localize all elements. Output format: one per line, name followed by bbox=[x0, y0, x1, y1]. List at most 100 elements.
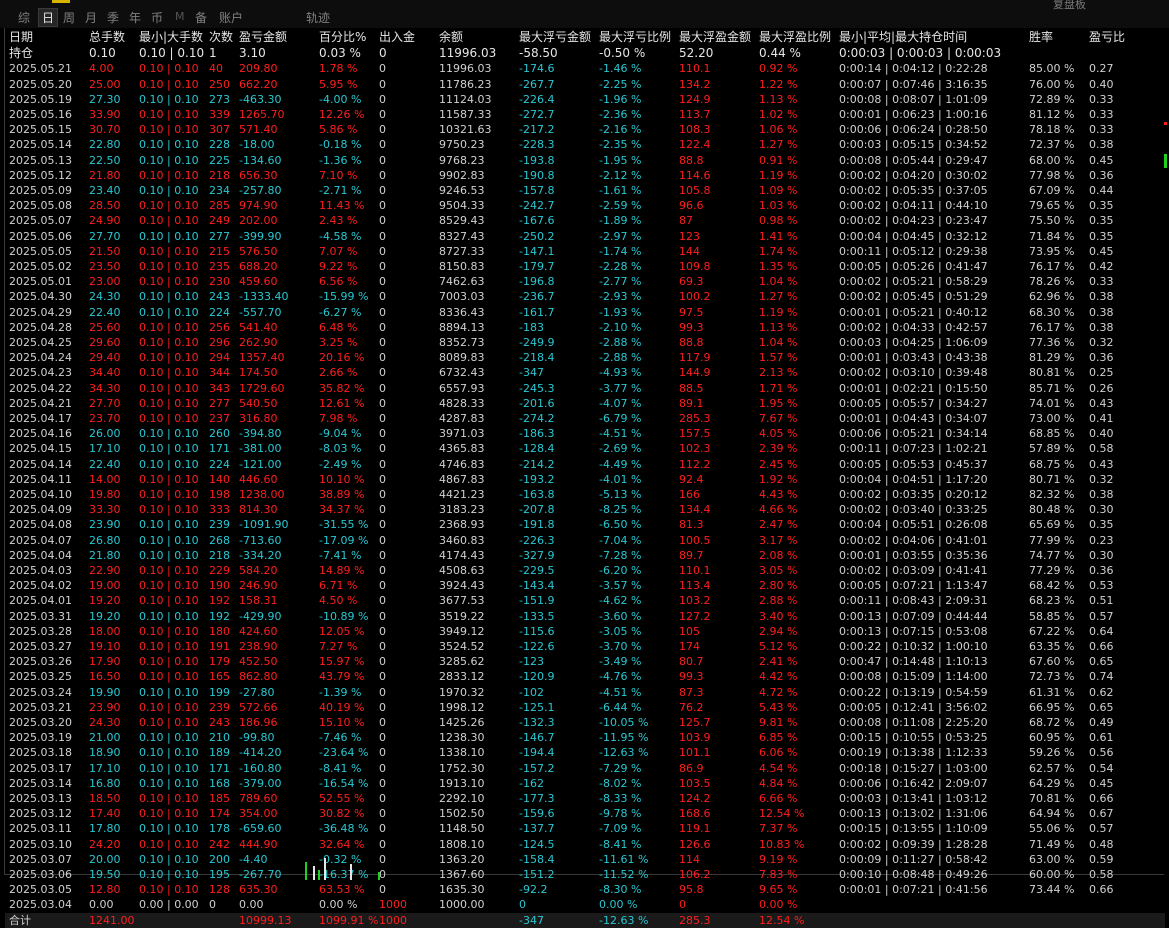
table-row[interactable]: 2025.04.14 22.40 0.10 | 0.10 224 -121.00 -2.4… bbox=[5, 457, 1165, 472]
table-row[interactable]: 2025.04.15 17.10 0.10 | 0.10 171 -381.00 -8.0… bbox=[5, 441, 1165, 456]
table-row[interactable]: 2025.04.07 26.80 0.10 | 0.10 268 -713.60 -17.… bbox=[5, 533, 1165, 548]
table-row[interactable]: 2025.04.01 19.20 0.10 | 0.10 192 158.31 4.50 … bbox=[5, 593, 1165, 608]
table-row[interactable]: 2025.03.25 16.50 0.10 | 0.10 165 862.80 43.79… bbox=[5, 669, 1165, 684]
cell-hold-time: 0:00:01 | 0:06:23 | 1:00:16 bbox=[839, 108, 988, 121]
table-row[interactable]: 2025.04.21 27.70 0.10 | 0.10 277 540.50 12.61… bbox=[5, 396, 1165, 411]
cell-percent: -7.41 % bbox=[319, 548, 362, 562]
cell-hold-time: 0:00:02 | 0:09:39 | 1:28:28 bbox=[839, 837, 988, 851]
table-row[interactable]: 2025.05.14 22.80 0.10 | 0.10 228 -18.00 -0.18… bbox=[5, 137, 1165, 152]
table-row[interactable]: 2025.03.28 18.00 0.10 | 0.10 180 424.60 12.05… bbox=[5, 624, 1165, 639]
table-row[interactable]: 2025.03.27 19.10 0.10 | 0.10 191 238.90 7.27 … bbox=[5, 639, 1165, 654]
table-row[interactable]: 2025.05.02 23.50 0.10 | 0.10 235 688.20 9.22 … bbox=[5, 259, 1165, 274]
tab-daily[interactable]: 日 bbox=[38, 8, 59, 27]
table-row[interactable]: 2025.03.12 17.40 0.10 | 0.10 174 354.00 30.82… bbox=[5, 806, 1165, 821]
cell-balance: 3183.23 bbox=[439, 503, 485, 517]
tab-summary[interactable]: 综 bbox=[18, 9, 30, 26]
tab-account[interactable]: 账户 bbox=[219, 9, 243, 26]
table-row[interactable]: 2025.03.14 16.80 0.10 | 0.10 168 -379.00 -16.… bbox=[5, 776, 1165, 791]
table-row[interactable]: 2025.03.18 18.90 0.10 | 0.10 189 -414.20 -23.… bbox=[5, 745, 1165, 760]
tab-trajectory[interactable]: 轨迹 bbox=[306, 9, 330, 26]
cell-balance: 1998.12 bbox=[439, 700, 485, 714]
tab-monthly[interactable]: 月 bbox=[85, 9, 97, 26]
table-row[interactable]: 2025.04.30 24.30 0.10 | 0.10 243 -1333.40 -15… bbox=[5, 289, 1165, 304]
table-row[interactable]: 2025.03.19 21.00 0.10 | 0.10 210 -99.80 -7.46… bbox=[5, 730, 1165, 745]
cell-trade-count: 210 bbox=[209, 731, 230, 745]
cell-date: 2025.04.04 bbox=[9, 548, 72, 562]
cell-max-float-loss: -122.6 bbox=[519, 640, 555, 653]
table-row[interactable]: 2025.04.29 22.40 0.10 | 0.10 224 -557.70 -6.2… bbox=[5, 305, 1165, 320]
table-row[interactable]: 2025.05.19 27.30 0.10 | 0.10 273 -463.30 -4.0… bbox=[5, 92, 1165, 107]
table-row[interactable]: 2025.04.02 19.00 0.10 | 0.10 190 246.90 6.71 … bbox=[5, 578, 1165, 593]
cell-hold-time: 0:00:14 | 0:04:12 | 0:22:28 bbox=[839, 62, 988, 76]
tab-quarterly[interactable]: 季 bbox=[107, 9, 119, 26]
table-row[interactable]: 2025.04.23 34.40 0.10 | 0.10 344 174.50 2.66 … bbox=[5, 365, 1165, 380]
cell-win-rate: 81.29 % bbox=[1029, 351, 1075, 365]
tab-weekly[interactable]: 周 bbox=[63, 9, 75, 26]
table-row[interactable]: 2025.04.11 14.00 0.10 | 0.10 140 446.60 10.10… bbox=[5, 472, 1165, 487]
table-total-row[interactable]: 合计 1241.00 10999.13 1099.91 % 1000 -347 -12.63… bbox=[5, 912, 1165, 928]
table-row[interactable]: 2025.04.22 34.30 0.10 | 0.10 343 1729.60 35.8… bbox=[5, 381, 1165, 396]
table-row[interactable]: 2025.04.10 19.80 0.10 | 0.10 198 1238.00 38.8… bbox=[5, 487, 1165, 502]
table-row[interactable]: 2025.05.20 25.00 0.10 | 0.10 250 662.20 5.95 … bbox=[5, 77, 1165, 92]
table-row[interactable]: 2025.04.16 26.00 0.10 | 0.10 260 -394.80 -9.0… bbox=[5, 426, 1165, 441]
table-row[interactable]: 2025.05.12 21.80 0.10 | 0.10 218 656.30 7.10 … bbox=[5, 168, 1165, 183]
tab-m[interactable]: M bbox=[175, 10, 185, 23]
cell-max-float-loss-pct: -4.07 % bbox=[599, 396, 642, 410]
cell-percent: 百分比% bbox=[319, 30, 367, 44]
table-row[interactable]: 2025.03.20 24.30 0.10 | 0.10 243 186.96 15.10… bbox=[5, 715, 1165, 730]
table-row[interactable]: 2025.04.03 22.90 0.10 | 0.10 229 584.20 14.89… bbox=[5, 563, 1165, 578]
table-row[interactable]: 2025.05.21 4.00 0.10 | 0.10 40 209.80 1.78 % 0… bbox=[5, 61, 1165, 76]
cell-max-float-profit: 285.3 bbox=[679, 412, 711, 425]
table-row[interactable]: 2025.04.25 29.60 0.10 | 0.10 296 262.90 3.25 … bbox=[5, 335, 1165, 350]
table-row[interactable]: 2025.03.24 19.90 0.10 | 0.10 199 -27.80 -1.39… bbox=[5, 685, 1165, 700]
cell-profit-loss-ratio: 0.59 bbox=[1089, 852, 1114, 866]
table-row[interactable]: 2025.03.11 17.80 0.10 | 0.10 178 -659.60 -36.… bbox=[5, 821, 1165, 836]
tab-yearly[interactable]: 年 bbox=[129, 9, 141, 26]
table-row[interactable]: 2025.03.13 18.50 0.10 | 0.10 185 789.60 52.55… bbox=[5, 791, 1165, 806]
cell-pnl-amount: -713.60 bbox=[239, 533, 282, 547]
table-row[interactable]: 2025.05.09 23.40 0.10 | 0.10 234 -257.80 -2.7… bbox=[5, 183, 1165, 198]
cell-date: 合计 bbox=[9, 913, 31, 927]
table-row[interactable]: 2025.04.17 23.70 0.10 | 0.10 237 316.80 7.98 … bbox=[5, 411, 1165, 426]
table-row[interactable]: 2025.03.07 20.00 0.10 | 0.10 200 -4.40 -0.32 … bbox=[5, 852, 1165, 867]
table-row[interactable]: 2025.05.13 22.50 0.10 | 0.10 225 -134.60 -1.3… bbox=[5, 153, 1165, 168]
table-row[interactable]: 2025.04.09 33.30 0.10 | 0.10 333 814.30 34.37… bbox=[5, 502, 1165, 517]
cell-max-float-loss-pct: -8.33 % bbox=[599, 792, 642, 805]
cell-trade-count: 243 bbox=[209, 290, 230, 304]
table-row[interactable]: 2025.05.01 23.00 0.10 | 0.10 230 459.60 6.56 … bbox=[5, 274, 1165, 289]
cell-max-float-profit-pct: 1.06 % bbox=[759, 123, 798, 137]
cell-min-max-lots: 0.10 | 0.10 bbox=[139, 427, 199, 441]
table-position-row[interactable]: 持仓 0.10 0.10 | 0.10 1 3.10 0.03 % 0 11996.03 -58… bbox=[5, 46, 1165, 61]
table-row[interactable]: 2025.03.04 0.00 0.00 | 0.00 0 0.00 0.00 % 1000… bbox=[5, 897, 1165, 912]
table-row[interactable]: 2025.05.08 28.50 0.10 | 0.10 285 974.90 11.43… bbox=[5, 198, 1165, 213]
cell-min-max-lots: 0.10 | 0.10 bbox=[139, 761, 199, 775]
table-row[interactable]: 2025.04.08 23.90 0.10 | 0.10 239 -1091.90 -31… bbox=[5, 517, 1165, 532]
cell-trade-count: 215 bbox=[209, 244, 230, 258]
table-row[interactable]: 2025.03.31 19.20 0.10 | 0.10 192 -429.90 -10.… bbox=[5, 609, 1165, 624]
table-row[interactable]: 2025.03.05 12.80 0.10 | 0.10 128 635.30 63.53… bbox=[5, 882, 1165, 897]
table-row[interactable]: 2025.03.10 24.20 0.10 | 0.10 242 444.90 32.64… bbox=[5, 837, 1165, 852]
cell-deposit: 0 bbox=[379, 807, 386, 821]
table-row[interactable]: 2025.04.28 25.60 0.10 | 0.10 256 541.40 6.48 … bbox=[5, 320, 1165, 335]
table-row[interactable]: 2025.04.24 29.40 0.10 | 0.10 294 1357.40 20.1… bbox=[5, 350, 1165, 365]
table-row[interactable]: 2025.05.06 27.70 0.10 | 0.10 277 -399.90 -4.5… bbox=[5, 229, 1165, 244]
cell-max-float-loss: -92.2 bbox=[519, 883, 548, 897]
table-row[interactable]: 2025.05.15 30.70 0.10 | 0.10 307 571.40 5.86 … bbox=[5, 122, 1165, 137]
cell-trade-count: 343 bbox=[209, 381, 230, 395]
cell-date: 2025.05.19 bbox=[9, 92, 72, 106]
table-row[interactable]: 2025.04.04 21.80 0.10 | 0.10 218 -334.20 -7.4… bbox=[5, 548, 1165, 563]
tab-currency[interactable]: 币 bbox=[151, 9, 163, 26]
table-row[interactable]: 2025.05.05 21.50 0.10 | 0.10 215 576.50 7.07 … bbox=[5, 244, 1165, 259]
table-row[interactable]: 2025.05.16 33.90 0.10 | 0.10 339 1265.70 12.2… bbox=[5, 107, 1165, 122]
cell-balance: 1970.32 bbox=[439, 685, 485, 699]
table-row[interactable]: 2025.03.21 23.90 0.10 | 0.10 239 572.66 40.19… bbox=[5, 700, 1165, 715]
cell-hold-time: 0:00:02 | 0:04:23 | 0:23:47 bbox=[839, 214, 988, 228]
table-row[interactable]: 2025.05.07 24.90 0.10 | 0.10 249 202.00 2.43 … bbox=[5, 213, 1165, 228]
cell-pnl-amount: -18.00 bbox=[239, 138, 275, 152]
table-row[interactable]: 2025.03.26 17.90 0.10 | 0.10 179 452.50 15.97… bbox=[5, 654, 1165, 669]
tab-backup[interactable]: 备 bbox=[195, 9, 207, 26]
cell-balance: 1367.60 bbox=[439, 868, 485, 881]
cell-max-float-profit: 86.9 bbox=[679, 761, 704, 775]
table-row[interactable]: 2025.03.17 17.10 0.10 | 0.10 171 -160.80 -8.4… bbox=[5, 761, 1165, 776]
cell-max-float-profit: 168.6 bbox=[679, 807, 711, 821]
